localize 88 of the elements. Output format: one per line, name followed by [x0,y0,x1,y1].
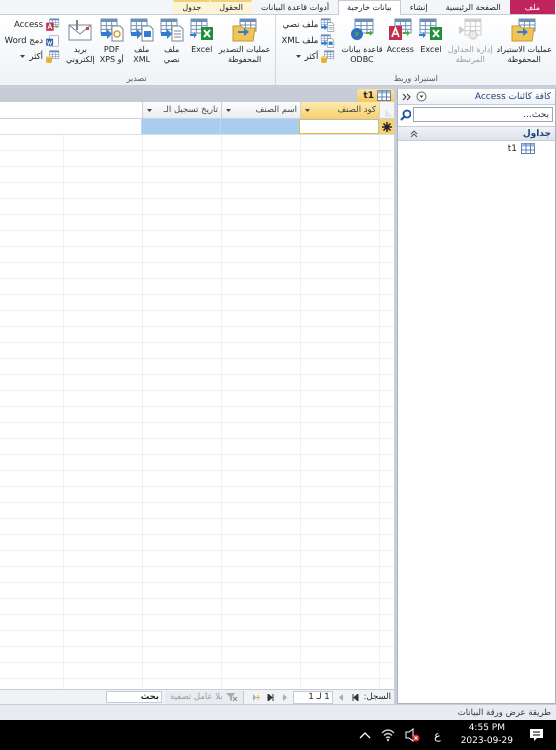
ribbon-button[interactable]: ملف نصي [156,17,187,66]
database-icon [45,50,60,64]
record-label: السجل: [364,692,391,702]
table-cell[interactable] [220,119,299,134]
globe-table-icon [348,18,375,42]
first-record-icon [352,694,359,700]
view-mode-label: طريقة عرض ورقة البيانات [458,708,551,718]
spreadsheet-icon [418,18,444,42]
table-icon [521,143,535,154]
ribbon-button[interactable]: PDF أو XPS [96,17,127,66]
collapse-pane-icon [402,92,411,100]
ribbon-button[interactable]: ملف XML [126,17,157,66]
last-record-button[interactable] [264,691,276,703]
column-title: اسم الصنف [255,105,297,115]
caret-icon [296,55,301,58]
ribbon-button[interactable]: دمج Word [2,33,62,48]
ribbon-button[interactable]: Excel [186,17,217,56]
column-title: كود الصنف [337,105,376,115]
input-language-indicator[interactable]: ع [430,728,445,742]
previous-record-icon [338,694,345,700]
table-icon [377,90,391,101]
record-selector[interactable] [379,119,394,134]
document-icon [98,18,125,42]
dropdown-icon [416,91,427,102]
file-tab[interactable]: ملف [510,0,555,14]
table-cell[interactable] [141,119,220,134]
new-record-icon [252,694,260,700]
clock[interactable]: 4:55 PM 2023-09-29 [454,722,519,748]
next-record-icon [280,694,288,700]
dropdown-arrow-icon [147,108,152,112]
filter-icon [226,692,238,702]
group-title: جداول [522,128,551,138]
caret-icon [20,55,26,58]
dropdown-arrow-icon [305,108,310,112]
ribbon-button[interactable]: عمليات الاستيراد المحفوظة [494,17,554,66]
document-tab[interactable]: t1 [357,89,394,102]
text-file-icon [320,18,336,32]
search-field[interactable]: بحث... [413,107,553,122]
last-record-icon [266,694,274,700]
folder-icon [511,18,538,42]
chevron-up-icon [359,730,372,740]
envelope-icon [67,18,94,42]
group-header[interactable]: جداول [398,126,555,141]
linked-table-icon [457,18,484,42]
ribbon-button[interactable]: قاعدة بيانات ODBC [339,17,385,66]
ribbon-button[interactable]: بريد إلكتروني [64,17,97,66]
database-icon [387,18,414,42]
ribbon-tab[interactable]: بيانات خارجية [338,0,401,15]
column-header[interactable]: كود الصنف [300,102,379,118]
ribbon-button[interactable]: ملف XML [280,33,338,48]
ribbon-tab[interactable]: الحقول [210,0,252,14]
ribbon-button[interactable]: أكثر [2,49,62,64]
search-field[interactable]: بحث [106,691,162,703]
ribbon-tab[interactable]: الصفحة الرئيسية [436,0,510,14]
spreadsheet-icon [188,18,215,42]
asterisk-icon [382,122,392,132]
ribbon-button[interactable]: Excel [416,17,446,56]
text-file-icon [158,18,185,42]
pane-title: كافة كائنات Access [474,92,551,102]
notification-icon [529,728,544,742]
folder-icon [232,18,258,42]
ribbon-button[interactable]: Access [2,17,62,32]
first-record-button[interactable] [350,691,361,703]
database-icon [320,50,336,64]
table-item[interactable]: t1 [398,141,555,156]
ribbon-button[interactable]: ملف نصي [280,17,338,32]
wifi-icon [381,728,396,742]
xml-file-icon [320,34,336,48]
column-header[interactable]: اسم الصنف [221,102,300,118]
record-number-field[interactable]: 1 لـ 1 [292,690,333,704]
ribbon-tab[interactable]: إنشاء [400,0,437,14]
group-label: تصدير [125,73,148,84]
column-header[interactable]: تاريخ تسجيل الـ [142,102,221,118]
ribbon-button[interactable]: عمليات التصدير المحفوظة [216,17,273,66]
database-icon [45,18,60,32]
ribbon-tab[interactable]: جدول [173,0,210,14]
dropdown-arrow-icon [226,108,231,112]
column-title: تاريخ تسجيل الـ [164,105,218,115]
volume-muted-icon [405,728,420,742]
ribbon-button[interactable]: أكثر [280,49,338,64]
group-label: استيراد وربط [392,73,439,84]
ribbon-tab[interactable]: أدوات قاعدة البيانات [252,0,338,14]
collapse-icon [410,130,418,138]
table-cell[interactable] [299,119,379,134]
search-icon [400,108,411,120]
corner-icon [384,108,394,118]
xml-file-icon [128,18,155,42]
ribbon-button[interactable]: Access [384,17,416,56]
